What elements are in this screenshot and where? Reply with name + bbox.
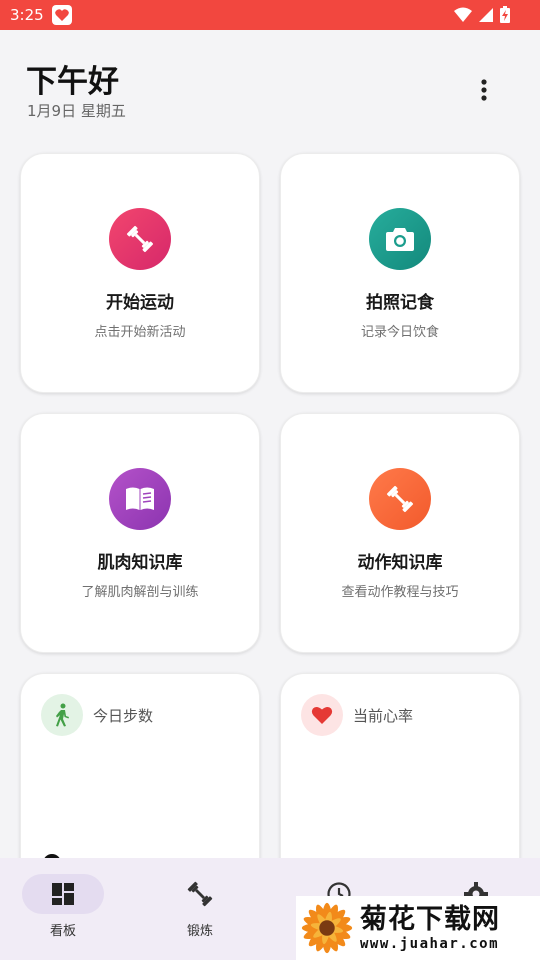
card-subtitle: 点击开始新活动 [94, 325, 186, 340]
watermark-title: 菊花下载网 [360, 904, 500, 935]
heart-icon [301, 694, 343, 736]
card-title: 开始运动 [106, 293, 174, 313]
app-notification-icon [51, 5, 72, 25]
battery-icon [500, 6, 510, 23]
dumbbell-icon [187, 881, 213, 907]
card-title: 肌肉知识库 [97, 553, 183, 573]
walk-icon [41, 694, 83, 736]
card-subtitle: 记录今日饮食 [360, 325, 439, 340]
heart-rate-label: 当前心率 [353, 706, 414, 725]
exercise-library-card[interactable]: 动作知识库 查看动作教程与技巧 [280, 413, 520, 653]
card-subtitle: 查看动作教程与技巧 [341, 585, 459, 600]
watermark-url: www.juahar.com [360, 936, 500, 952]
status-bar: 3:25 [0, 0, 540, 30]
date-label: 1月9日 星期五 [27, 102, 126, 120]
steps-card[interactable]: 今日步数 [20, 673, 260, 873]
status-time: 3:25 [10, 6, 44, 24]
heart-rate-header: 当前心率 [301, 694, 413, 736]
steps-header: 今日步数 [41, 694, 153, 736]
nav-item-dashboard[interactable]: 看板 [22, 874, 104, 954]
greeting-title: 下午好 [26, 64, 119, 100]
dumbbell-icon [109, 208, 171, 270]
dashboard-icon [52, 883, 74, 905]
steps-label: 今日步数 [93, 706, 154, 725]
photo-food-log-card[interactable]: 拍照记食 记录今日饮食 [280, 153, 520, 393]
nav-icon-wrap [159, 874, 241, 914]
camera-icon [369, 208, 431, 270]
more-options-button[interactable] [466, 72, 502, 108]
signal-icon [479, 7, 493, 22]
nav-label: 锻炼 [186, 924, 213, 939]
book-icon [109, 468, 171, 530]
card-title: 拍照记食 [366, 293, 434, 313]
nav-item-workout[interactable]: 锻炼 [159, 874, 241, 954]
site-watermark: 菊花下载网 www.juahar.com [296, 896, 540, 960]
dumbbell-icon [369, 468, 431, 530]
more-vert-icon [481, 79, 487, 101]
nav-label: 看板 [49, 924, 76, 939]
status-indicators [454, 6, 510, 23]
nav-active-indicator [22, 874, 104, 914]
muscle-library-card[interactable]: 肌肉知识库 了解肌肉解剖与训练 [20, 413, 260, 653]
wifi-icon [454, 7, 472, 22]
start-workout-card[interactable]: 开始运动 点击开始新活动 [20, 153, 260, 393]
flower-logo-icon [301, 902, 353, 954]
watermark-text: 菊花下载网 www.juahar.com [360, 904, 500, 952]
card-title: 动作知识库 [357, 553, 443, 573]
heart-rate-card[interactable]: 当前心率 [280, 673, 520, 873]
card-subtitle: 了解肌肉解剖与训练 [81, 585, 199, 600]
